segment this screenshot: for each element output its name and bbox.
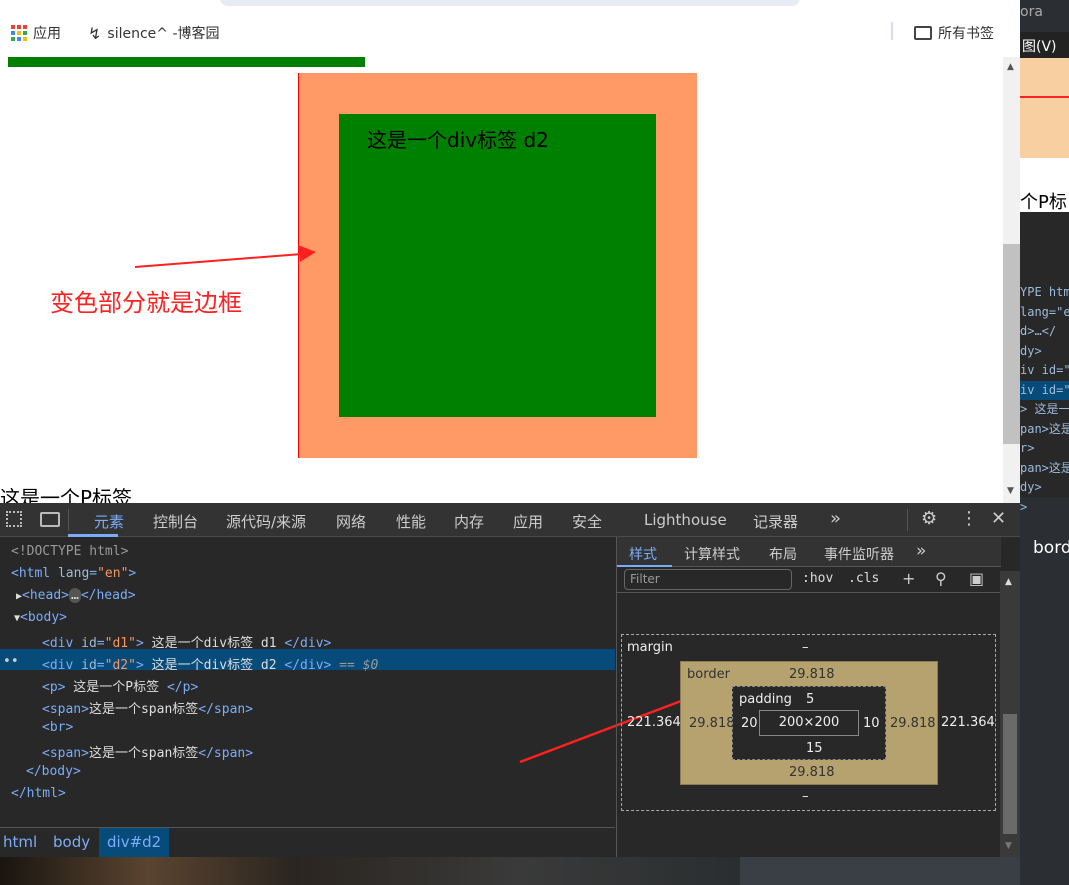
filter-placeholder: Filter xyxy=(630,572,660,586)
border-top-value[interactable]: 29.818 xyxy=(789,667,835,682)
breadcrumb-html[interactable]: html xyxy=(3,833,37,851)
folder-icon xyxy=(914,26,932,40)
border-bottom-value[interactable]: 29.818 xyxy=(789,765,835,780)
bookmark-apps[interactable]: 应用 xyxy=(11,23,61,43)
cnblogs-icon: ↯ xyxy=(88,23,102,43)
tab-elements[interactable]: 元素 xyxy=(94,511,124,532)
margin-top-value[interactable]: – xyxy=(802,640,809,655)
dom-node-html[interactable]: <html lang="en"> xyxy=(11,566,136,581)
div-d1 xyxy=(8,57,365,67)
cls-button[interactable]: .cls xyxy=(848,571,879,586)
box-model-margin: margin – – 221.364 221.364 border 29.818… xyxy=(621,634,996,811)
annotation-arrow-icon xyxy=(134,245,316,268)
div-d2-border: 这是一个div标签 d2 xyxy=(298,73,697,458)
tab-performance[interactable]: 性能 xyxy=(396,511,426,532)
page-scrollbar-thumb[interactable] xyxy=(1003,244,1020,444)
dom-node-div-d1[interactable]: <div id="d1"> 这是一个div标签 d1 </div> xyxy=(42,632,331,651)
border-label: border xyxy=(687,667,730,682)
styles-scrollbar[interactable]: ▲ ▼ xyxy=(1000,571,1020,857)
browser-viewport: 应用 ↯ silence^ -博客园 所有书签 这是一个div标签 d2 变色部… xyxy=(0,0,1020,503)
dom-node-p[interactable]: <p> 这是一个P标签 </p> xyxy=(42,676,198,695)
bookmark-label: silence^ -博客园 xyxy=(107,26,220,42)
d2-text: 这是一个div标签 d2 xyxy=(367,128,549,152)
padding-top-value[interactable]: 5 xyxy=(806,692,814,707)
filter-input[interactable]: Filter xyxy=(624,569,792,590)
paint-icon[interactable]: ⚲ xyxy=(935,569,947,588)
bookmark-cnblogs[interactable]: ↯ silence^ -博客园 xyxy=(88,23,220,43)
ellipsis-icon[interactable]: … xyxy=(69,588,81,603)
box-model-padding: padding 5 15 20 10 200×200 xyxy=(732,686,886,760)
desktop-wallpaper xyxy=(0,857,740,885)
padding-bottom-value[interactable]: 15 xyxy=(806,741,823,756)
bg-text: bord xyxy=(1033,538,1069,558)
scroll-down-icon[interactable]: ▼ xyxy=(1005,841,1012,851)
sidebar-toggle-icon[interactable]: ▣ xyxy=(969,569,984,588)
margin-left-value[interactable]: 221.364 xyxy=(627,715,681,730)
close-icon[interactable]: ✕ xyxy=(991,508,1006,529)
padding-left-value[interactable]: 20 xyxy=(741,716,758,731)
div-d2-content xyxy=(339,114,656,417)
bookmarks-bar: 应用 ↯ silence^ -博客园 所有书签 xyxy=(0,18,1020,48)
background-window: ora 图(V) 个P标 YPE htm lang="e d>…</dy> iv id… xyxy=(1020,0,1069,885)
dom-node-body[interactable]: ▼<body> xyxy=(14,610,67,625)
tab-sources[interactable]: 源代码/来源 xyxy=(226,511,306,532)
more-tabs-icon[interactable]: » xyxy=(830,508,841,529)
dom-node-html-close[interactable]: </html> xyxy=(11,786,66,801)
tab-application[interactable]: 应用 xyxy=(513,511,543,532)
padding-right-value[interactable]: 10 xyxy=(863,716,880,731)
tab-layout[interactable]: 布局 xyxy=(769,544,797,564)
box-model-border: border 29.818 29.818 29.818 29.818 paddi… xyxy=(680,661,938,785)
tab-memory[interactable]: 内存 xyxy=(454,511,484,532)
inspect-icon[interactable] xyxy=(6,511,22,527)
bookmark-label: 所有书签 xyxy=(938,26,994,42)
devtools-toolbar: 元素 控制台 源代码/来源 网络 性能 内存 应用 安全 Lighthouse … xyxy=(0,503,1020,537)
margin-label: margin xyxy=(627,640,673,655)
device-toolbar-icon[interactable] xyxy=(40,512,60,527)
bg-text: ora xyxy=(1020,4,1043,20)
scroll-down-icon[interactable]: ▼ xyxy=(1007,486,1014,496)
scroll-up-icon[interactable]: ▲ xyxy=(1005,577,1012,587)
dom-node-head[interactable]: ▶<head>… </head> xyxy=(16,588,136,603)
tab-recorder[interactable]: 记录器 xyxy=(753,511,798,532)
tab-security[interactable]: 安全 xyxy=(572,511,602,532)
bg-code: YPE htm lang="e d>…</dy> iv id=" iv id=" > 这是… xyxy=(1020,244,1069,556)
border-right-value[interactable]: 29.818 xyxy=(890,716,936,731)
bookmark-label: 应用 xyxy=(33,26,61,42)
bg-menu: 图(V) xyxy=(1020,32,1069,58)
dom-node-doctype[interactable]: <!DOCTYPE html> xyxy=(11,544,128,559)
p-text: 这是一个P标签 xyxy=(0,486,133,503)
more-options-icon[interactable]: ⋮ xyxy=(960,508,978,529)
dom-node-span[interactable]: <span>这是一个span标签</span> xyxy=(42,742,253,761)
devtools-panel: 元素 控制台 源代码/来源 网络 性能 内存 应用 安全 Lighthouse … xyxy=(0,503,1020,857)
tab-console[interactable]: 控制台 xyxy=(153,511,198,532)
new-rule-icon[interactable]: + xyxy=(902,569,915,588)
padding-label: padding xyxy=(739,692,792,707)
tab-styles[interactable]: 样式 xyxy=(629,544,657,564)
annotation-text: 变色部分就是边框 xyxy=(50,289,242,317)
dom-node-span[interactable]: <span>这是一个span标签</span> xyxy=(42,698,253,717)
breadcrumb-div-d2[interactable]: div#d2 xyxy=(99,828,170,857)
apps-grid-icon xyxy=(11,25,27,41)
box-model-content[interactable]: 200×200 xyxy=(759,710,859,736)
tab-lighthouse[interactable]: Lighthouse xyxy=(644,511,727,529)
dom-node-body-close[interactable]: </body> xyxy=(26,764,81,779)
hov-button[interactable]: :hov xyxy=(802,571,833,586)
breadcrumb-body[interactable]: body xyxy=(53,833,90,851)
styles-pane: 样式 计算样式 布局 事件监听器 » Filter :hov .cls + ⚲ … xyxy=(616,537,1001,857)
margin-bottom-value[interactable]: – xyxy=(802,789,809,804)
scroll-up-icon[interactable]: ▲ xyxy=(1007,62,1014,72)
margin-right-value[interactable]: 221.364 xyxy=(941,715,995,730)
tab-event-listeners[interactable]: 事件监听器 xyxy=(824,544,894,564)
tab-network[interactable]: 网络 xyxy=(336,511,366,532)
dom-node-br[interactable]: <br> xyxy=(42,720,73,735)
breadcrumb: html body div#d2 xyxy=(0,827,615,857)
border-left-value[interactable]: 29.818 xyxy=(689,716,735,731)
tab-computed[interactable]: 计算样式 xyxy=(684,544,740,564)
address-bar[interactable] xyxy=(220,0,800,6)
all-bookmarks[interactable]: 所有书签 xyxy=(914,23,994,43)
more-tabs-icon[interactable]: » xyxy=(916,541,926,561)
settings-gear-icon[interactable]: ⚙ xyxy=(921,508,937,529)
styles-scrollbar-thumb[interactable] xyxy=(1003,714,1017,834)
dom-node-div-d2[interactable]: <div id="d2"> 这是一个div标签 d2 </div> == $0 xyxy=(42,654,378,673)
